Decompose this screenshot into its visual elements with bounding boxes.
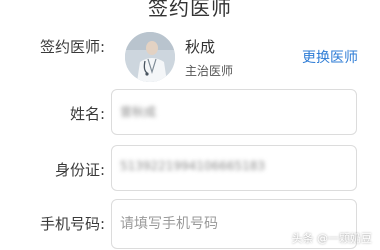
signing-doctor-page: 签约医师 签约医师: 秋成 主治医师 更换医师 姓名: 曾秋成 身份证: 513… (0, 0, 380, 250)
change-doctor-link[interactable]: 更换医师 (302, 47, 358, 67)
id-card-value: 5139221994106665183 (120, 159, 266, 173)
doctor-avatar (125, 32, 175, 82)
phone-label: 手机号码: (39, 215, 105, 233)
doctor-title: 主治医师 (185, 64, 234, 78)
id-card-label: 身份证: (54, 161, 105, 179)
id-card-field[interactable]: 5139221994106665183 (111, 145, 357, 191)
doctor-avatar-icon (125, 32, 175, 82)
watermark: 头条 @一颗奶豆 (291, 232, 373, 245)
doctor-name: 秋成 (185, 38, 216, 56)
name-field[interactable]: 曾秋成 (111, 89, 357, 135)
doctor-label: 签约医师: (39, 38, 105, 56)
page-title: 签约医师 (148, 0, 232, 20)
name-value: 曾秋成 (120, 105, 157, 119)
name-label: 姓名: (69, 105, 105, 123)
